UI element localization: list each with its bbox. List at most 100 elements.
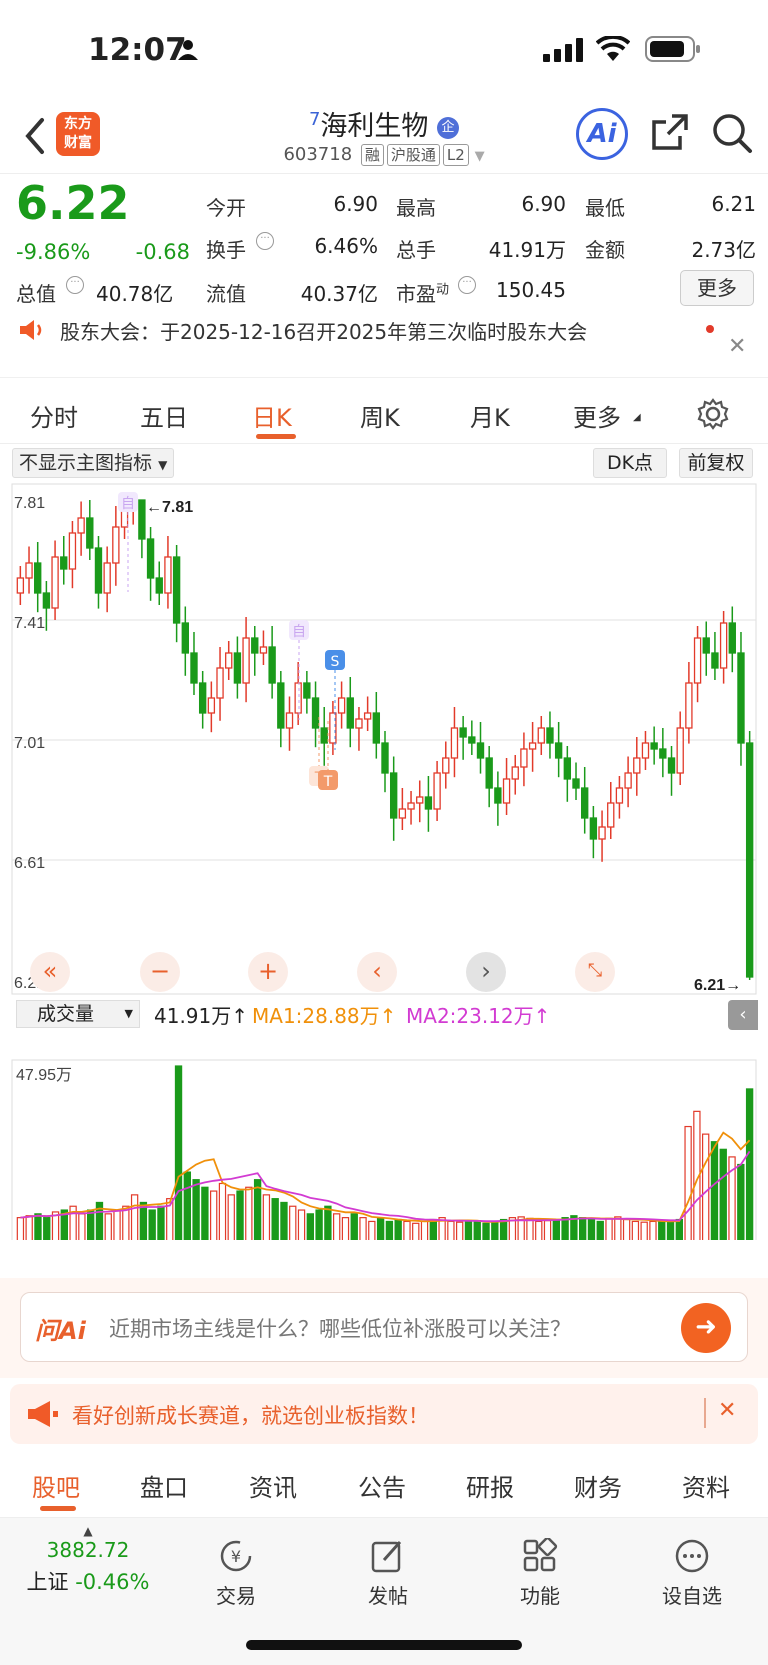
candle-body: [60, 556, 68, 570]
tab-forum[interactable]: 股吧: [32, 1468, 80, 1503]
volume-bar: [289, 1205, 297, 1240]
info-icon[interactable]: ···: [458, 276, 476, 294]
zoom-in-icon[interactable]: +: [248, 952, 288, 992]
volume-bar: [341, 1217, 350, 1240]
open-label: 今开: [206, 196, 246, 220]
volume-bar: [605, 1217, 613, 1240]
candle-body: [277, 682, 285, 729]
tab-finance[interactable]: 财务: [574, 1468, 622, 1503]
more-dots-icon: [675, 1539, 709, 1573]
chevron-down-icon[interactable]: ▼: [475, 149, 485, 164]
tab-daily-k[interactable]: 日K: [252, 398, 292, 433]
candle-body: [16, 577, 25, 594]
candle-body: [112, 526, 120, 564]
stock-superscript: 7: [308, 109, 321, 130]
candle-body: [745, 742, 754, 978]
candle-body: [103, 562, 111, 594]
volume-bar: [43, 1217, 51, 1240]
promo-banner[interactable]: 看好创新成长赛道，就选创业板指数！ ✕: [10, 1384, 758, 1444]
search-icon[interactable]: [711, 112, 753, 154]
post-button[interactable]: 发帖: [338, 1528, 438, 1609]
tab-more[interactable]: 更多: [573, 398, 621, 433]
notice-bar[interactable]: 股东大会：于2025-12-16召开2025年第三次临时股东大会 ✕: [0, 312, 768, 378]
volume-selector[interactable]: 成交量 ▼: [16, 1000, 140, 1028]
volume-bar: [552, 1218, 560, 1240]
volume-bar: [271, 1198, 279, 1240]
candle-body: [94, 547, 103, 594]
grid-icon: [523, 1538, 558, 1572]
fullscreen-icon[interactable]: ⤡: [575, 952, 615, 992]
open-value: 6.90: [333, 192, 378, 216]
candle-body: [207, 697, 216, 714]
ask-ai-box[interactable]: 问Ai 近期市场主线是什么？哪些低位补涨股可以关注？ ➜: [20, 1292, 748, 1362]
candle-body: [268, 646, 276, 684]
candle-body: [537, 727, 545, 744]
status-bar: 12:07: [0, 0, 768, 100]
tag-l2: L2: [442, 144, 469, 166]
volume-bar: [675, 1218, 683, 1240]
tab-five-day[interactable]: 五日: [140, 398, 188, 433]
volume-bar: [394, 1218, 402, 1240]
volume-bar: [702, 1133, 710, 1240]
zoom-out-icon[interactable]: −: [140, 952, 180, 992]
candle-body: [259, 646, 268, 654]
ai-button[interactable]: Ai: [576, 108, 628, 160]
promo-divider: [704, 1398, 706, 1428]
candle-body: [563, 757, 572, 780]
jump-start-icon[interactable]: «: [30, 952, 70, 992]
arrow-right-icon[interactable]: ➜: [681, 1303, 731, 1353]
tab-research[interactable]: 研报: [466, 1468, 514, 1503]
scroll-left-icon[interactable]: ‹: [357, 952, 397, 992]
notice-text: 股东大会：于2025-12-16召开2025年第三次临时股东大会: [60, 320, 588, 344]
close-icon[interactable]: ✕: [728, 334, 746, 359]
volume-bar: [658, 1220, 666, 1240]
dropdown-caret-icon: ▼: [158, 458, 168, 472]
volume-bar: [174, 1065, 183, 1240]
candle-body: [233, 652, 242, 684]
tab-announcements[interactable]: 公告: [358, 1468, 406, 1503]
active-tab-indicator: [256, 434, 296, 439]
tab-orderbook[interactable]: 盘口: [140, 1468, 188, 1503]
tab-profile[interactable]: 资料: [682, 1468, 730, 1503]
tag-margin: 融: [360, 144, 384, 166]
scroll-right-icon[interactable]: ›: [466, 952, 506, 992]
collapse-panel-icon[interactable]: ‹: [728, 1000, 758, 1030]
trade-icon: ¥: [220, 1540, 252, 1572]
volume-bar: [666, 1220, 675, 1240]
close-icon[interactable]: ✕: [718, 1398, 736, 1423]
volume-bar: [315, 1209, 323, 1240]
tab-weekly-k[interactable]: 周K: [360, 398, 400, 433]
dk-button[interactable]: DK点: [593, 448, 667, 478]
tab-intraday[interactable]: 分时: [30, 398, 78, 433]
volume-bar: [737, 1163, 745, 1240]
volume-label: 总手: [396, 238, 436, 262]
change-amount: -0.68: [135, 240, 190, 264]
volume-bar: [34, 1213, 42, 1240]
candle-body: [285, 712, 294, 729]
settings-icon[interactable]: [697, 398, 729, 430]
info-icon[interactable]: ···: [256, 232, 274, 250]
candle-body: [659, 748, 667, 759]
share-icon[interactable]: [650, 112, 690, 152]
indicator-select[interactable]: 不显示主图指标 ▼: [12, 448, 175, 478]
candle-body: [667, 757, 676, 774]
info-icon[interactable]: ···: [66, 276, 84, 294]
adjust-button[interactable]: 前复权: [679, 448, 753, 478]
low-price-marker: 6.21→: [694, 977, 741, 994]
candle-body: [398, 808, 407, 819]
current-volume: 41.91万↑: [154, 1004, 249, 1028]
volume-bar: [306, 1213, 314, 1240]
indicator-select-label: 不显示主图指标: [19, 452, 153, 474]
float-label: 流值: [206, 282, 246, 306]
trade-button[interactable]: ¥ 交易: [186, 1528, 286, 1609]
features-button[interactable]: 功能: [490, 1528, 590, 1609]
index-value: 3882.72: [46, 1538, 130, 1562]
volume-bar: [745, 1088, 754, 1240]
index-ticker[interactable]: ▲ 3882.72 上证 -0.46%: [18, 1524, 158, 1596]
candlestick-chart[interactable]: 7.817.417.016.616.21←7.816.21→自自STT47.95…: [0, 480, 768, 1240]
more-button[interactable]: 更多: [680, 270, 754, 306]
tab-news[interactable]: 资讯: [249, 1468, 297, 1503]
candle-body: [42, 592, 51, 609]
add-watchlist-button[interactable]: 设自选: [642, 1528, 742, 1609]
tab-monthly-k[interactable]: 月K: [470, 398, 510, 433]
